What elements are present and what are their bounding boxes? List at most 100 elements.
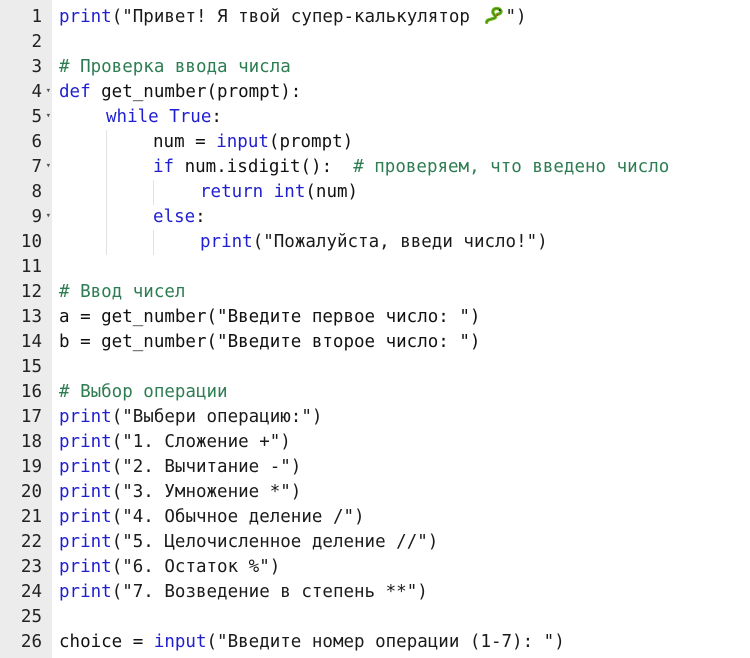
indent-guide xyxy=(106,130,153,155)
line-number: 24 xyxy=(20,582,42,602)
line-number: 4 ▾ xyxy=(31,80,51,102)
line-number: 3 xyxy=(31,57,42,77)
code-line[interactable]: choice = input("Введите номер операции (… xyxy=(59,630,750,655)
line-number: 7 ▾ xyxy=(31,155,51,177)
code-token: get_number(prompt): xyxy=(90,82,302,102)
code-token: print xyxy=(59,482,112,502)
code-token: choice = xyxy=(59,632,154,652)
indent-guide xyxy=(59,230,106,255)
indent-guide xyxy=(59,130,106,155)
code-token: True xyxy=(169,107,212,127)
indent-guide xyxy=(106,180,153,205)
line-number: 19 xyxy=(20,457,42,477)
code-token: ("Пожалуйста, введи число!") xyxy=(252,232,548,252)
code-token: ("7. Возведение в степень **") xyxy=(111,582,428,602)
fold-toggle-icon[interactable]: ▾ xyxy=(46,155,51,177)
indent-guide xyxy=(59,180,106,205)
line-number: 16 xyxy=(20,382,42,402)
code-line[interactable]: while True: xyxy=(59,105,750,130)
line-number: 10 xyxy=(20,232,42,252)
indent-guide xyxy=(59,105,106,130)
line-number: 6 xyxy=(31,132,42,152)
code-token: print xyxy=(59,557,112,577)
line-number: 15 xyxy=(20,357,42,377)
code-token: def xyxy=(59,82,91,102)
code-line[interactable]: def get_number(prompt): xyxy=(59,80,750,105)
code-line[interactable] xyxy=(59,355,750,380)
line-number: 9 ▾ xyxy=(31,205,51,227)
line-number: 12 xyxy=(20,282,42,302)
code-line[interactable]: print("2. Вычитание -") xyxy=(59,455,750,480)
code-token: print xyxy=(59,457,112,477)
code-line[interactable]: a = get_number("Введите первое число: ") xyxy=(59,305,750,330)
code-token: # Выбор операции xyxy=(59,382,228,402)
code-token: input xyxy=(153,632,207,652)
code-line[interactable] xyxy=(59,255,750,280)
line-number: 14 xyxy=(20,332,42,352)
code-token: input xyxy=(216,132,269,152)
indent-guide xyxy=(106,230,153,255)
code-line[interactable]: print("1. Сложение +") xyxy=(59,430,750,455)
indent-guide xyxy=(59,155,106,180)
code-token: b = get_number("Введите второе число: ") xyxy=(59,332,481,352)
code-token: ("2. Вычитание -") xyxy=(111,457,302,477)
line-number: 20 xyxy=(20,482,42,502)
code-token: else xyxy=(153,207,196,227)
code-token: print xyxy=(200,232,253,252)
code-line[interactable]: # Выбор операции xyxy=(59,380,750,405)
indent-guide xyxy=(106,155,153,180)
snake-emoji-icon xyxy=(483,5,505,27)
code-token: ("1. Сложение +") xyxy=(111,432,291,452)
fold-toggle-icon[interactable]: ▾ xyxy=(46,105,51,127)
line-number: 18 xyxy=(20,432,42,452)
code-editor[interactable]: 1 2 3 4 ▾ 5 ▾ 6 7 ▾ 8 9 ▾ 10 11 12 13 14 15 16 17 18 19 20 21 22 2… xyxy=(0,0,750,658)
code-line[interactable]: print("Привет! Я твой супер-калькулятор … xyxy=(59,5,750,30)
code-token: if xyxy=(153,157,175,177)
line-number: 13 xyxy=(20,307,42,327)
code-token: : xyxy=(211,107,222,127)
code-line[interactable]: else: xyxy=(59,205,750,230)
code-line[interactable] xyxy=(59,605,750,630)
code-line[interactable]: print("Пожалуйста, введи число!") xyxy=(59,230,750,255)
code-line[interactable]: # Проверка ввода числа xyxy=(59,55,750,80)
code-token: int xyxy=(273,182,306,202)
code-line[interactable]: print("4. Обычное деление /") xyxy=(59,505,750,530)
line-number: 5 ▾ xyxy=(31,105,51,127)
code-area[interactable]: print("Привет! Я твой супер-калькулятор … xyxy=(52,0,750,658)
code-token: num.isdigit(): xyxy=(174,157,354,177)
code-token: while xyxy=(106,107,159,127)
line-number: 8 xyxy=(31,182,42,202)
code-token: ("Привет! Я твой супер-калькулятор xyxy=(111,7,481,27)
indent-guide xyxy=(153,230,200,255)
code-line[interactable]: b = get_number("Введите второе число: ") xyxy=(59,330,750,355)
code-line[interactable]: print("6. Остаток %") xyxy=(59,555,750,580)
indent-guide xyxy=(106,205,153,230)
code-line[interactable]: return int(num) xyxy=(59,180,750,205)
code-line[interactable]: # Ввод чисел xyxy=(59,280,750,305)
code-token: ") xyxy=(505,7,527,27)
code-token: ("5. Целочисленное деление //") xyxy=(111,532,439,552)
code-line[interactable]: print("3. Умножение *") xyxy=(59,480,750,505)
line-number: 1 xyxy=(31,7,42,27)
code-line[interactable]: num = input(prompt) xyxy=(59,130,750,155)
code-token: # Ввод чисел xyxy=(59,282,186,302)
fold-toggle-icon[interactable]: ▾ xyxy=(46,205,51,227)
code-line[interactable]: print("Выбери операцию:") xyxy=(59,405,750,430)
code-line[interactable] xyxy=(59,30,750,55)
code-line[interactable]: print("7. Возведение в степень **") xyxy=(59,580,750,605)
code-line[interactable]: print("5. Целочисленное деление //") xyxy=(59,530,750,555)
code-token: print xyxy=(59,532,112,552)
line-number: 11 xyxy=(20,257,42,277)
indent-guide xyxy=(153,180,200,205)
code-token: ("Введите номер операции (1-7): ") xyxy=(206,632,565,652)
line-number: 17 xyxy=(20,407,42,427)
code-token: print xyxy=(59,7,112,27)
fold-toggle-icon[interactable]: ▾ xyxy=(46,80,51,102)
code-line[interactable]: if num.isdigit(): # проверяем, что введе… xyxy=(59,155,750,180)
code-token: ("4. Обычное деление /") xyxy=(111,507,365,527)
line-number: 25 xyxy=(20,607,42,627)
code-token: print xyxy=(59,407,112,427)
code-token: : xyxy=(195,207,206,227)
